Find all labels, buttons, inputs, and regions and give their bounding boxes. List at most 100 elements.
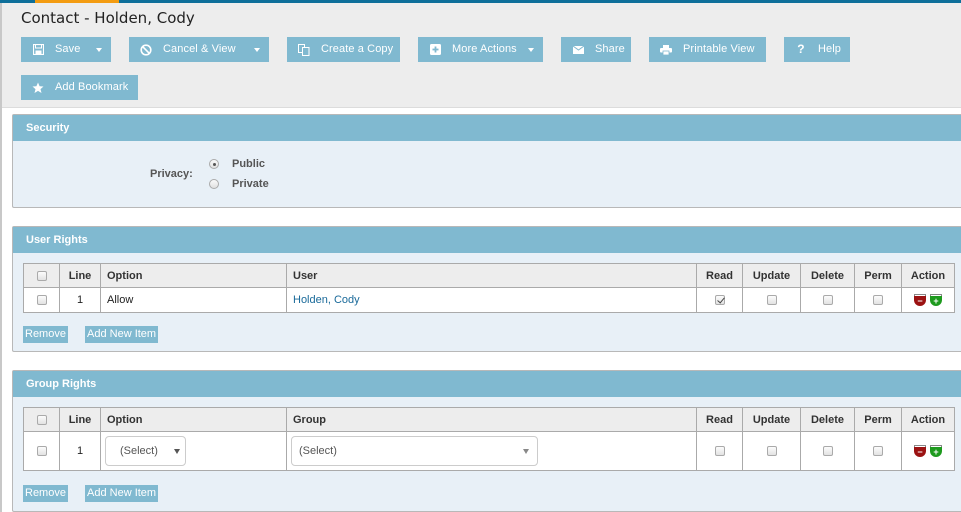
create-copy-label: Create a Copy [321, 43, 394, 55]
action-header: Action [901, 263, 955, 288]
group-select-value: (Select) [299, 445, 337, 457]
delete-header: Delete [800, 263, 855, 288]
read-cell [696, 431, 743, 471]
private-radio-label: Private [232, 178, 269, 190]
star-icon [31, 81, 45, 95]
group-header: Group [286, 407, 697, 432]
public-radio-label: Public [232, 158, 266, 170]
table-row: 1 Allow Holden, Cody − + [23, 287, 955, 313]
action-cell: − + [901, 431, 955, 471]
update-header: Update [742, 263, 801, 288]
select-all-cell [23, 263, 60, 288]
perm-checkbox[interactable] [873, 295, 883, 306]
group-rights-section: Group Rights Line Option Group Read Upda… [12, 370, 961, 512]
help-label: Help [818, 43, 842, 55]
table-header-row: Line Option User Read Update Delete Perm… [23, 263, 955, 288]
share-label: Share [595, 43, 625, 55]
update-checkbox[interactable] [766, 295, 777, 306]
remove-row-icon[interactable]: − [914, 445, 926, 458]
update-cell [742, 287, 801, 313]
save-label: Save [55, 43, 81, 55]
printer-icon [659, 43, 673, 57]
privacy-option-private[interactable]: Private [209, 178, 269, 190]
user-rights-section: User Rights Line Option User Read Update… [12, 226, 961, 352]
more-actions-caret-icon[interactable] [528, 47, 534, 52]
security-section-title: Security [13, 115, 961, 141]
privacy-label: Privacy: [150, 168, 193, 180]
read-header: Read [696, 407, 743, 432]
line-header: Line [59, 407, 101, 432]
perm-cell [854, 431, 902, 471]
add-row-icon[interactable]: + [930, 294, 942, 307]
action-header: Action [901, 407, 955, 432]
cancel-and-view-button[interactable]: Cancel & View [129, 37, 269, 62]
user-rights-table: Line Option User Read Update Delete Perm… [23, 263, 955, 313]
perm-cell [854, 287, 902, 313]
option-cell: (Select) [100, 431, 287, 471]
row-checkbox[interactable] [36, 295, 47, 306]
cancel-dropdown-caret-icon[interactable] [254, 47, 260, 52]
option-select-value: (Select) [120, 445, 158, 457]
perm-header: Perm [854, 407, 902, 432]
line-cell: 1 [59, 287, 101, 313]
printable-view-label: Printable View [683, 43, 755, 55]
option-header: Option [100, 263, 287, 288]
copy-icon [297, 43, 311, 57]
floppy-disk-icon [31, 43, 45, 57]
public-radio[interactable] [209, 159, 219, 169]
select-all-checkbox[interactable] [36, 414, 47, 425]
update-checkbox[interactable] [766, 446, 777, 457]
row-select-cell [23, 431, 60, 471]
add-bookmark-label: Add Bookmark [55, 81, 129, 93]
save-dropdown-caret-icon[interactable] [96, 47, 102, 52]
help-button[interactable]: ? Help [784, 37, 850, 62]
option-select[interactable]: (Select) [105, 436, 186, 466]
delete-checkbox[interactable] [822, 295, 833, 306]
printable-view-button[interactable]: Printable View [649, 37, 766, 62]
update-cell [742, 431, 801, 471]
remove-row-icon[interactable]: − [914, 294, 926, 307]
read-cell [696, 287, 743, 313]
delete-header: Delete [800, 407, 855, 432]
group-rights-remove-button[interactable]: Remove [23, 485, 68, 502]
plus-square-icon [428, 43, 442, 57]
perm-header: Perm [854, 263, 902, 288]
read-checkbox[interactable] [714, 295, 725, 306]
more-actions-label: More Actions [452, 43, 517, 55]
more-actions-button[interactable]: More Actions [418, 37, 543, 62]
table-header-row: Line Option Group Read Update Delete Per… [23, 407, 955, 432]
row-checkbox[interactable] [36, 446, 47, 457]
user-rights-section-title: User Rights [13, 227, 961, 253]
page-title: Contact - Holden, Cody [21, 9, 195, 27]
private-radio[interactable] [209, 179, 219, 189]
add-bookmark-button[interactable]: Add Bookmark [21, 75, 138, 100]
user-header: User [286, 263, 697, 288]
delete-cell [800, 431, 855, 471]
create-copy-button[interactable]: Create a Copy [287, 37, 400, 62]
user-rights-add-new-item-button[interactable]: Add New Item [85, 326, 159, 343]
ban-icon [139, 43, 153, 57]
page-header: Contact - Holden, Cody Save Cancel & Vie… [2, 3, 961, 108]
group-select[interactable]: (Select) [291, 436, 538, 466]
user-link[interactable]: Holden, Cody [293, 294, 360, 306]
delete-cell [800, 287, 855, 313]
save-button[interactable]: Save [21, 37, 111, 62]
add-row-icon[interactable]: + [930, 445, 942, 458]
privacy-option-public[interactable]: Public [209, 158, 265, 170]
delete-checkbox[interactable] [822, 446, 833, 457]
select-all-checkbox[interactable] [36, 270, 47, 281]
user-rights-remove-button[interactable]: Remove [23, 326, 68, 343]
read-checkbox[interactable] [714, 446, 725, 457]
select-all-cell [23, 407, 60, 432]
group-cell: (Select) [286, 431, 697, 471]
security-section: Security Privacy: Public Private [12, 114, 961, 208]
group-rights-section-title: Group Rights [13, 371, 961, 397]
share-button[interactable]: Share [561, 37, 631, 62]
group-rights-table: Line Option Group Read Update Delete Per… [23, 407, 955, 471]
chevron-down-icon [523, 449, 529, 454]
action-cell: − + [901, 287, 955, 313]
perm-checkbox[interactable] [873, 446, 883, 457]
line-header: Line [59, 263, 101, 288]
envelope-icon [571, 43, 585, 57]
group-rights-add-new-item-button[interactable]: Add New Item [85, 485, 159, 502]
